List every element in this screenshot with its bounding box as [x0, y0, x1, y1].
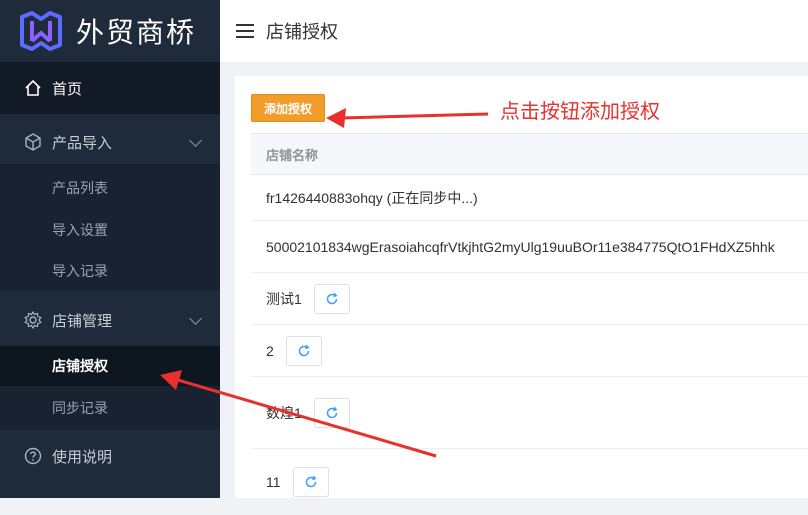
refresh-button[interactable]	[292, 467, 329, 497]
refresh-button[interactable]	[285, 335, 322, 366]
table-header: 店铺名称	[251, 133, 808, 175]
refresh-icon	[326, 406, 338, 418]
table-row: 11	[251, 449, 808, 515]
home-icon	[25, 79, 41, 96]
sidebar-item-label: 产品导入	[52, 134, 113, 152]
question-icon	[24, 447, 42, 465]
page-title: 店铺授权	[266, 22, 338, 42]
refresh-icon	[305, 475, 317, 488]
table-row: 数煌1	[251, 377, 808, 449]
sidebar-item-product-import[interactable]: 产品导入	[0, 120, 220, 164]
table-row: 50002101834wgErasoiahcqfrVtkjhtG2myUlg19…	[251, 221, 808, 273]
sidebar-item-sync-records[interactable]: 同步记录	[0, 388, 220, 428]
refresh-button[interactable]	[313, 397, 350, 428]
table-row: 2	[251, 325, 808, 377]
logo-icon	[20, 11, 62, 51]
brand-name: 外贸商桥	[76, 17, 197, 48]
annotation-text: 点击按钮添加授权	[500, 101, 660, 123]
sidebar-item-home[interactable]: 首页	[0, 62, 220, 114]
column-store-name: 店铺名称	[266, 147, 319, 163]
sidebar-item-label: 店铺管理	[52, 312, 113, 330]
store-table: 店铺名称 fr1426440883ohqy (正在同步中...) 5000210…	[251, 133, 808, 515]
gear-icon	[24, 311, 42, 329]
sidebar-item-store-manage[interactable]: 店铺管理	[0, 298, 220, 342]
refresh-icon	[326, 292, 338, 304]
header: 店铺授权	[220, 0, 808, 62]
sidebar-item-store-auth[interactable]: 店铺授权	[0, 346, 220, 386]
menu-toggle-icon[interactable]	[236, 24, 254, 38]
content-card: 添加授权 店铺名称 fr1426440883ohqy (正在同步中...) 50…	[235, 76, 808, 498]
sidebar-item-product-list[interactable]: 产品列表	[0, 168, 220, 208]
sidebar: 外贸商桥 首页 产品导入 产品列表 导入设置 导入记录 店铺管理 店铺授权 同步…	[0, 0, 220, 498]
box-icon	[25, 133, 41, 151]
sidebar-item-label: 首页	[52, 80, 83, 98]
add-auth-button[interactable]: 添加授权	[251, 94, 325, 122]
refresh-icon	[298, 344, 310, 356]
refresh-button[interactable]	[313, 283, 350, 314]
table-row: fr1426440883ohqy (正在同步中...)	[251, 175, 808, 221]
sidebar-item-import-records[interactable]: 导入记录	[0, 251, 220, 291]
chevron-down-icon	[189, 312, 202, 325]
table-row: 测试1	[251, 273, 808, 325]
sidebar-item-import-settings[interactable]: 导入设置	[0, 210, 220, 250]
brand: 外贸商桥	[0, 0, 220, 62]
sidebar-item-label: 使用说明	[52, 448, 113, 466]
sidebar-item-help[interactable]: 使用说明	[0, 434, 220, 478]
chevron-down-icon	[189, 134, 202, 147]
